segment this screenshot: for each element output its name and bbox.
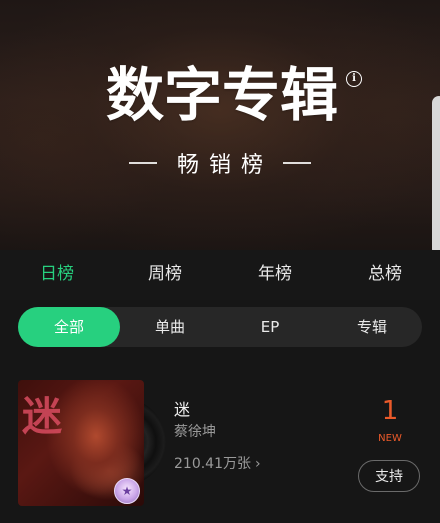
subtitle-right-divider xyxy=(283,162,311,164)
certification-badge-icon: ★ xyxy=(114,478,140,504)
album-title: 迷 xyxy=(174,400,191,419)
list-item[interactable]: 迷 ★ 迷 蔡徐坤 210.41万张 › 1 NEW 支持 xyxy=(0,372,440,523)
chevron-right-icon: › xyxy=(255,456,261,472)
filter-all[interactable]: 全部 xyxy=(18,307,120,347)
tab-daily[interactable]: 日榜 xyxy=(40,262,74,286)
filter-ep[interactable]: EP xyxy=(236,307,304,347)
sales-count: 210.41万张 xyxy=(174,456,251,472)
rank-number: 1 xyxy=(381,396,399,426)
album-cover[interactable]: 迷 ★ xyxy=(18,380,144,506)
rank-status-badge: NEW xyxy=(378,433,402,444)
type-filter-bar: 全部 单曲 EP 专辑 xyxy=(18,307,422,347)
tab-all-time[interactable]: 总榜 xyxy=(368,262,402,286)
digital-album-bestseller-page: 数字专辑 i 畅销榜 日榜 周榜 年榜 总榜 全部 单曲 EP 专辑 迷 ★ 迷… xyxy=(0,0,440,523)
cover-text: 迷 xyxy=(22,393,62,440)
period-tabs: 日榜 周榜 年榜 总榜 xyxy=(0,250,440,300)
page-title: 数字专辑 xyxy=(105,61,338,129)
subtitle-row: 畅销榜 xyxy=(100,146,340,180)
page-subtitle: 畅销榜 xyxy=(176,153,273,178)
scroll-handle[interactable] xyxy=(432,96,440,256)
hero-banner: 数字专辑 i 畅销榜 xyxy=(0,0,440,250)
tab-yearly[interactable]: 年榜 xyxy=(258,262,292,286)
support-button[interactable]: 支持 xyxy=(358,460,420,492)
sales-link[interactable]: 210.41万张 › xyxy=(174,454,261,474)
album-artist: 蔡徐坤 xyxy=(174,424,216,440)
tab-weekly[interactable]: 周榜 xyxy=(148,262,182,286)
subtitle-left-divider xyxy=(128,162,157,164)
filter-single[interactable]: 单曲 xyxy=(136,307,204,347)
info-icon[interactable]: i xyxy=(346,71,362,87)
filter-album[interactable]: 专辑 xyxy=(338,307,406,347)
